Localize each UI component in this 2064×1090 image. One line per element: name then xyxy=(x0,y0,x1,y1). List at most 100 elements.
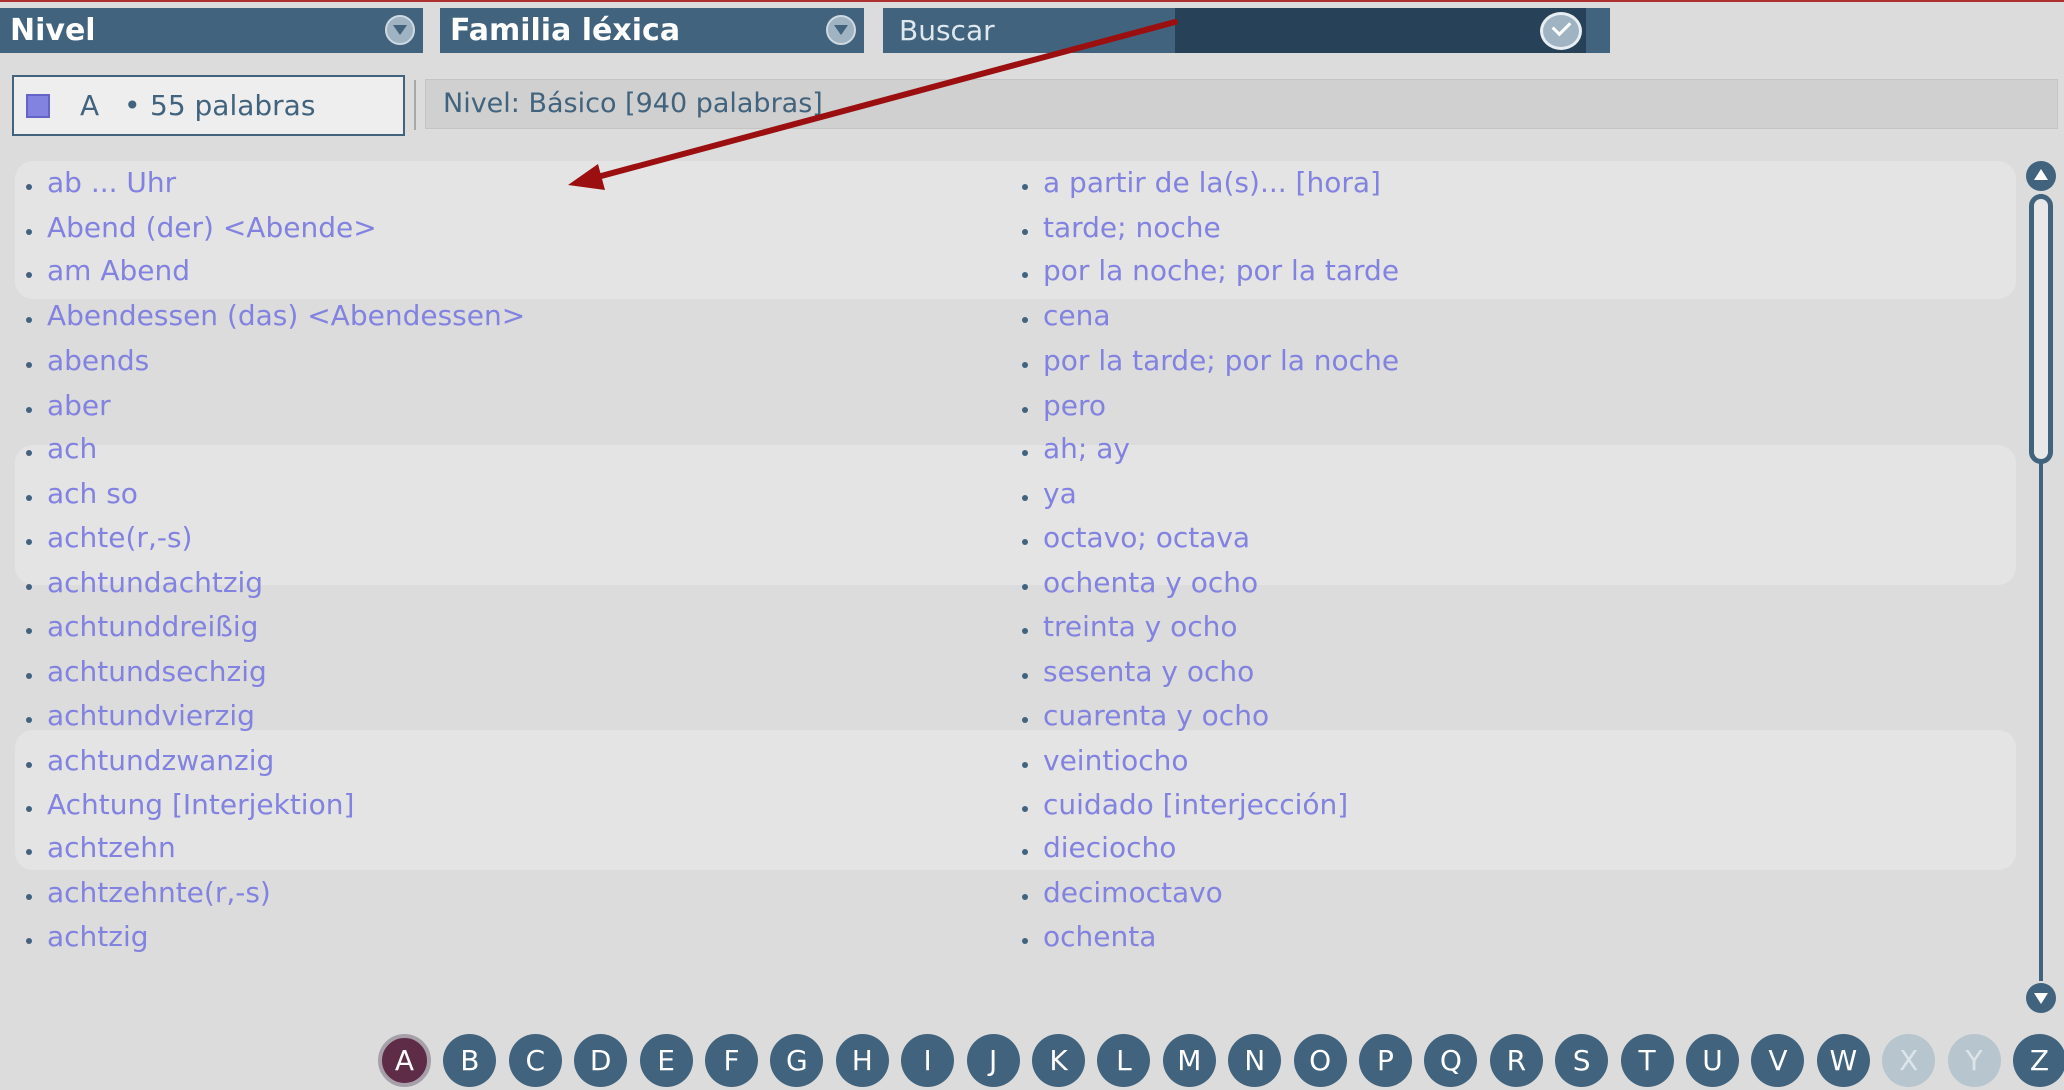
chevron-down-icon xyxy=(385,15,415,45)
spanish-translation: dieciocho xyxy=(1021,825,1176,870)
alphabet-letter-z-button[interactable]: Z xyxy=(2013,1034,2064,1087)
scroll-down-button[interactable] xyxy=(2026,983,2056,1013)
list-item[interactable]: Abend (der) <Abende> tarde; noche xyxy=(15,205,2016,250)
german-word: achtunddreißig xyxy=(25,604,258,649)
alphabet-letter-e-button[interactable]: E xyxy=(639,1034,693,1087)
nivel-dropdown[interactable]: Nivel xyxy=(0,8,423,53)
alphabet-letter-p-button[interactable]: P xyxy=(1359,1034,1412,1087)
alphabet-letter-q-button[interactable]: Q xyxy=(1424,1034,1478,1087)
list-item[interactable]: ab ... Uhr a partir de la(s)... [hora] xyxy=(15,160,2016,205)
chevron-down-icon xyxy=(826,15,856,45)
spanish-translation: cena xyxy=(1022,293,1111,338)
list-item[interactable]: achtunddreißig treinta y ocho xyxy=(15,604,2016,649)
alphabet-letter-i-button[interactable]: I xyxy=(901,1034,955,1087)
german-word: ach xyxy=(25,426,97,471)
alphabet-letter-w-button[interactable]: W xyxy=(1816,1034,1870,1087)
alphabet-letter-u-button[interactable]: U xyxy=(1686,1034,1739,1087)
german-word: Abend (der) <Abende> xyxy=(26,205,377,250)
search-submit-button[interactable] xyxy=(1540,12,1582,50)
search-bar xyxy=(883,8,1610,53)
spanish-translation: tarde; noche xyxy=(1022,205,1221,250)
list-item[interactable]: Achtung [Interjektion] cuidado [interjecc… xyxy=(15,782,2016,827)
list-item[interactable]: achtundvierzig cuarenta y ocho xyxy=(15,693,2016,738)
list-item[interactable]: achtundachtzig ochenta y ocho xyxy=(15,560,2016,605)
list-item[interactable]: achtzehnte(r,-s) decimoctavo xyxy=(15,870,2016,915)
list-item[interactable]: abends por la tarde; por la noche xyxy=(15,338,2016,383)
alphabet-letter-r-button[interactable]: R xyxy=(1489,1034,1543,1087)
german-word: aber xyxy=(26,383,111,428)
scroll-up-button[interactable] xyxy=(2026,161,2056,191)
german-word: Abendessen (das) <Abendessen> xyxy=(25,293,525,338)
alphabet-letter-c-button[interactable]: C xyxy=(508,1034,562,1087)
german-word: achte(r,-s) xyxy=(25,515,192,560)
spanish-translation: a partir de la(s)... [hora] xyxy=(1022,160,1381,205)
german-word: am Abend xyxy=(25,248,190,293)
spanish-translation: por la noche; por la tarde xyxy=(1021,248,1399,293)
alphabet-letter-l-button[interactable]: L xyxy=(1097,1034,1151,1087)
alphabet-letter-b-button[interactable]: B xyxy=(443,1034,497,1087)
spanish-translation: treinta y ocho xyxy=(1022,604,1238,649)
german-word: achtzehn xyxy=(26,825,176,870)
german-word: achtzig xyxy=(26,914,149,959)
list-item[interactable]: Abendessen (das) <Abendessen> cena xyxy=(15,293,2016,338)
alphabet-letter-a-button[interactable]: A xyxy=(378,1034,431,1087)
alphabet-letter-f-button[interactable]: F xyxy=(705,1034,758,1087)
spanish-translation: veintiocho xyxy=(1021,738,1188,783)
nivel-label: Nivel xyxy=(10,13,96,48)
spanish-translation: por la tarde; por la noche xyxy=(1021,338,1399,383)
list-item[interactable]: achtzig ochenta xyxy=(15,914,2016,959)
alphabet-letter-m-button[interactable]: M xyxy=(1162,1034,1216,1087)
letter-word-count: 55 palabras xyxy=(150,89,316,122)
spanish-translation: ah; ay xyxy=(1022,426,1130,471)
vertical-divider xyxy=(414,80,416,130)
german-word: achtundvierzig xyxy=(26,693,255,738)
spanish-translation: cuidado [interjección] xyxy=(1021,782,1348,827)
current-letter-box: A • 55 palabras xyxy=(12,75,405,136)
german-word: ab ... Uhr xyxy=(25,160,176,205)
list-item[interactable]: am Abend por la noche; por la tarde xyxy=(15,248,2016,293)
top-accent-line xyxy=(0,0,2064,2)
list-item[interactable]: achtundsechzig sesenta y ocho xyxy=(15,649,2016,694)
alphabet-letter-k-button[interactable]: K xyxy=(1032,1034,1085,1087)
german-word: achtzehnte(r,-s) xyxy=(26,870,271,915)
list-item[interactable]: achtundzwanzig veintiocho xyxy=(15,738,2016,783)
word-list: ab ... Uhr a partir de la(s)... [hora] Abe… xyxy=(15,160,2016,960)
spanish-translation: pero xyxy=(1021,383,1106,428)
letter-color-square xyxy=(26,94,50,118)
alphabet-letter-s-button[interactable]: S xyxy=(1555,1034,1609,1087)
spanish-translation: ochenta y ocho xyxy=(1021,560,1258,605)
alphabet-letter-y-button: Y xyxy=(1947,1034,2001,1087)
spanish-translation: sesenta y ocho xyxy=(1021,649,1254,694)
current-letter: A xyxy=(80,89,100,122)
german-word: achtundachtzig xyxy=(25,560,263,605)
spanish-translation: ya xyxy=(1022,471,1077,516)
alphabet-letter-v-button[interactable]: V xyxy=(1751,1034,1805,1087)
search-input[interactable] xyxy=(883,8,1543,53)
letter-separator-bullet: • xyxy=(124,89,141,122)
german-word: Achtung [Interjektion] xyxy=(25,782,354,827)
german-word: ach so xyxy=(26,471,138,516)
alphabet-letter-j-button[interactable]: J xyxy=(966,1034,1020,1087)
alphabet-letter-o-button[interactable]: O xyxy=(1293,1034,1347,1087)
alphabet-letter-n-button[interactable]: N xyxy=(1228,1034,1282,1087)
list-item[interactable]: ach so ya xyxy=(15,471,2016,516)
alphabet-letter-d-button[interactable]: D xyxy=(574,1034,628,1087)
alphabet-letter-t-button[interactable]: T xyxy=(1620,1034,1674,1087)
spanish-translation: cuarenta y ocho xyxy=(1021,693,1269,738)
alphabet-letter-g-button[interactable]: G xyxy=(770,1034,824,1087)
spanish-translation: ochenta xyxy=(1021,914,1156,959)
scrollbar-thumb[interactable] xyxy=(2029,194,2053,464)
german-word: achtundzwanzig xyxy=(25,738,274,783)
list-item[interactable]: achtzehn dieciocho xyxy=(15,825,2016,870)
german-word: achtundsechzig xyxy=(26,649,267,694)
german-word: abends xyxy=(25,338,149,383)
list-item[interactable]: achte(r,-s) octavo; octava xyxy=(15,515,2016,560)
level-info-bar: Nivel: Básico [940 palabras] xyxy=(425,79,2058,129)
familia-lexica-dropdown[interactable]: Familia léxica xyxy=(440,8,864,53)
familia-label: Familia léxica xyxy=(450,13,681,48)
search-bar-end xyxy=(1586,8,1610,53)
list-item[interactable]: ach ah; ay xyxy=(15,426,2016,471)
list-item[interactable]: aber pero xyxy=(15,383,2016,428)
spanish-translation: octavo; octava xyxy=(1021,515,1250,560)
alphabet-letter-h-button[interactable]: H xyxy=(835,1034,889,1087)
